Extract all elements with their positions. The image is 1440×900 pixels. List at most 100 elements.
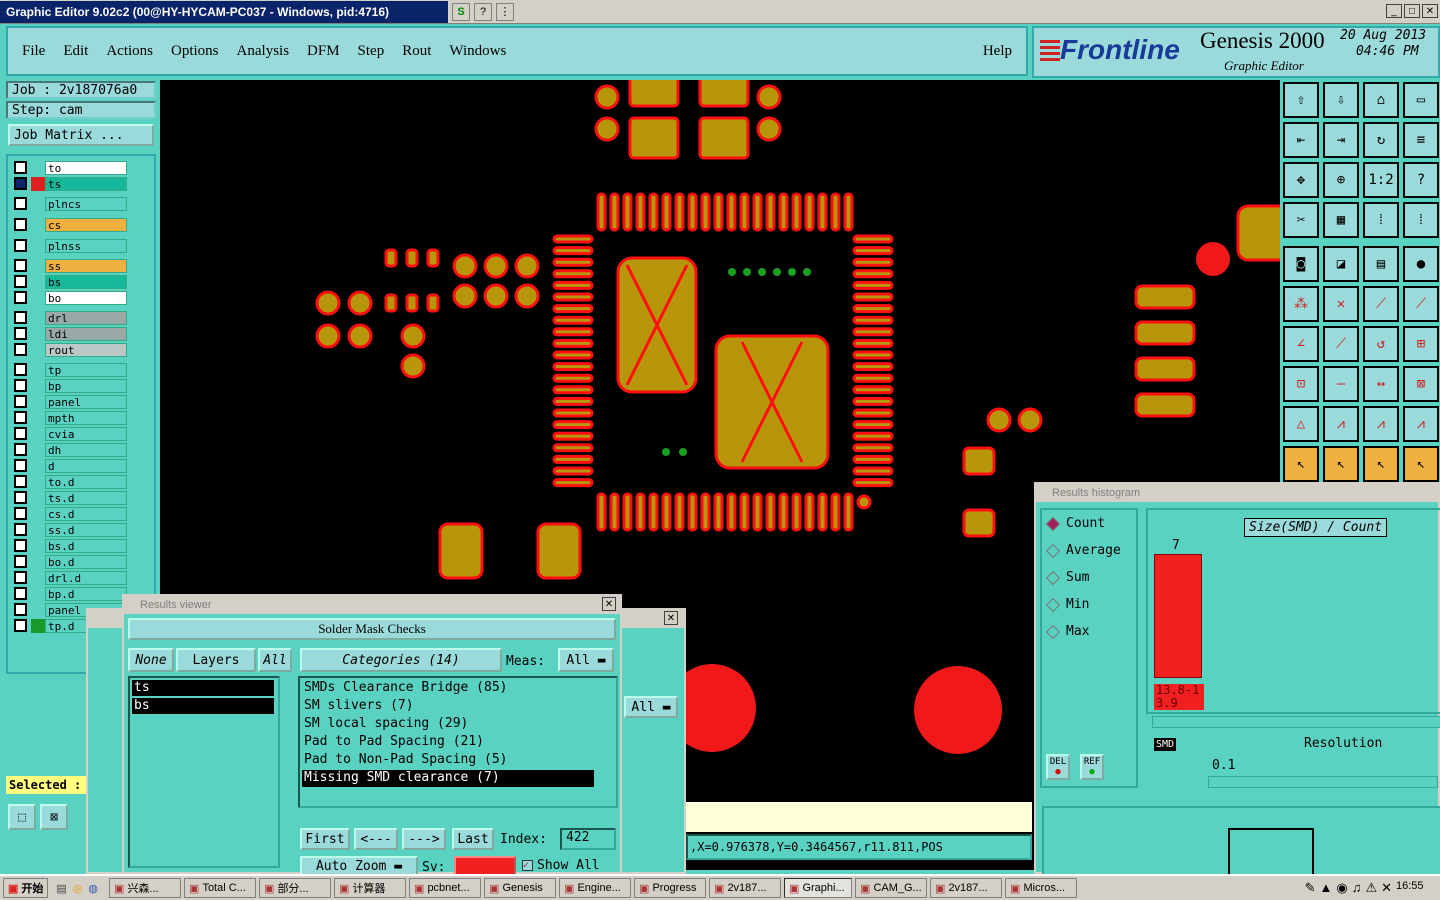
tray-icon[interactable]: ♫: [1352, 880, 1362, 896]
result-layer-item[interactable]: ts: [132, 680, 274, 696]
layer-checkbox[interactable]: [14, 491, 27, 504]
menu-help[interactable]: Help: [983, 43, 1012, 60]
layer-row[interactable]: panel: [14, 394, 127, 409]
layer-checkbox[interactable]: [14, 239, 27, 252]
layer-checkbox[interactable]: [14, 291, 27, 304]
tray-icon[interactable]: ✕: [1381, 880, 1392, 896]
select-tool-icon[interactable]: ⬚: [8, 804, 36, 830]
taskbar-item[interactable]: ▣ 2v187...: [930, 878, 1003, 898]
top-view-icon[interactable]: ⇧: [1283, 82, 1319, 118]
option-max[interactable]: Max: [1042, 618, 1136, 645]
ref-button[interactable]: REF ●: [1080, 754, 1104, 780]
menu-dfm[interactable]: DFM: [307, 43, 340, 60]
layer-row[interactable]: bo: [14, 290, 127, 305]
taskbar-item[interactable]: ▣ Total C...: [184, 878, 257, 898]
shape-icon[interactable]: ◪: [1323, 246, 1359, 282]
category-item[interactable]: SM slivers (7): [302, 698, 594, 715]
line-icon[interactable]: ⟋: [1363, 286, 1399, 322]
slope-icon[interactable]: ⟋: [1323, 326, 1359, 362]
start-button[interactable]: ▣ 开始: [3, 878, 49, 898]
layer-checkbox[interactable]: [14, 603, 27, 616]
dash-icon[interactable]: —: [1323, 366, 1359, 402]
connect-icon[interactable]: ⁂: [1283, 286, 1319, 322]
right-icon[interactable]: ⇥: [1323, 122, 1359, 158]
taskbar-item[interactable]: ▣ Graphi...: [784, 878, 853, 898]
layer-row[interactable]: bp: [14, 378, 127, 393]
taskbar-item[interactable]: ▣ pcbnet...: [409, 878, 482, 898]
job-matrix-button[interactable]: Job Matrix ...: [8, 124, 154, 146]
layer-checkbox[interactable]: [14, 395, 27, 408]
layer-row[interactable]: cs.d: [14, 506, 127, 521]
tray-icon[interactable]: ▲: [1319, 880, 1332, 896]
polygon3-icon[interactable]: ⩘: [1403, 406, 1439, 442]
category-item[interactable]: SMDs Clearance Bridge (85): [302, 680, 594, 697]
window-icon[interactable]: ▭: [1403, 82, 1439, 118]
layer-row[interactable]: d: [14, 458, 127, 473]
layer-checkbox[interactable]: [14, 343, 27, 356]
layer-row[interactable]: mpth: [14, 410, 127, 425]
layer-row[interactable]: cs: [14, 217, 127, 232]
tray-icon[interactable]: ⚠: [1365, 880, 1377, 896]
taskbar-item[interactable]: ▣ 计算器: [334, 878, 407, 898]
taskbar-item[interactable]: ▣ Genesis: [484, 878, 557, 898]
layer-checkbox[interactable]: [14, 177, 27, 190]
layer-checkbox[interactable]: [14, 327, 27, 340]
layer-checkbox[interactable]: [14, 161, 27, 174]
layer-row[interactable]: rout: [14, 342, 127, 357]
layer-row[interactable]: to: [14, 160, 127, 175]
layer-row[interactable]: ts.d: [14, 490, 127, 505]
measure-icon[interactable]: ↔: [1363, 366, 1399, 402]
pad-icon[interactable]: ⊡: [1283, 366, 1319, 402]
cut-icon[interactable]: ✂: [1283, 202, 1319, 238]
result-layer-list[interactable]: ts bs: [128, 676, 280, 868]
home-icon[interactable]: ⌂: [1363, 82, 1399, 118]
help-icon[interactable]: ?: [474, 2, 492, 21]
taskbar-item[interactable]: ▣ Progress: [634, 878, 707, 898]
taskbar-item[interactable]: ▣ Micros...: [1005, 878, 1078, 898]
zoom-tool-icon[interactable]: ⊠: [40, 804, 68, 830]
layer-row[interactable]: ldi: [14, 326, 127, 341]
layer-row[interactable]: bo.d: [14, 554, 127, 569]
meas-dropdown[interactable]: All ▬: [558, 648, 614, 672]
all-button[interactable]: All: [258, 648, 292, 672]
bottom-view-icon[interactable]: ⇩: [1323, 82, 1359, 118]
taskbar-item[interactable]: ▣ 2v187...: [709, 878, 782, 898]
layer-checkbox[interactable]: [14, 523, 27, 536]
layer-row[interactable]: plnss: [14, 238, 127, 253]
layer-row[interactable]: bs.d: [14, 538, 127, 553]
dropdown-icon[interactable]: ⋮: [496, 2, 514, 21]
taskbar-item[interactable]: ▣ 部分...: [259, 878, 332, 898]
layer-checkbox[interactable]: [14, 411, 27, 424]
del-button[interactable]: DEL ●: [1046, 754, 1070, 780]
fill-icon[interactable]: ◙: [1283, 246, 1319, 282]
left-icon[interactable]: ⇤: [1283, 122, 1319, 158]
grid-icon[interactable]: ▦: [1323, 202, 1359, 238]
layer-checkbox[interactable]: [14, 311, 27, 324]
menu-options[interactable]: Options: [171, 43, 219, 60]
triangle-icon[interactable]: △: [1283, 406, 1319, 442]
polygon-icon[interactable]: ⩘: [1323, 406, 1359, 442]
pointer2-icon[interactable]: ↖: [1323, 446, 1359, 482]
next-button[interactable]: --->: [402, 828, 446, 850]
list-icon[interactable]: ≡: [1403, 122, 1439, 158]
layer-checkbox[interactable]: [14, 619, 27, 632]
layer-row[interactable]: tp: [14, 362, 127, 377]
menu-file[interactable]: File: [22, 43, 45, 60]
prev-button[interactable]: <---: [354, 828, 398, 850]
close-icon[interactable]: ✕: [602, 597, 616, 611]
dot-icon[interactable]: ●: [1403, 246, 1439, 282]
layer-checkbox[interactable]: [14, 571, 27, 584]
center-icon[interactable]: ⊕: [1323, 162, 1359, 198]
tray-icon[interactable]: ✎: [1305, 880, 1316, 896]
tray-icon[interactable]: ◉: [1336, 880, 1347, 896]
layer-checkbox[interactable]: [14, 507, 27, 520]
histogram-bar[interactable]: [1154, 554, 1202, 678]
taskbar-item[interactable]: ▣ Engine...: [559, 878, 632, 898]
category-item[interactable]: SM local spacing (29): [302, 716, 594, 733]
close-icon[interactable]: ✕: [664, 611, 678, 625]
snap-icon[interactable]: ⁞: [1363, 202, 1399, 238]
layer-checkbox[interactable]: [14, 459, 27, 472]
layer-checkbox[interactable]: [14, 555, 27, 568]
pointer4-icon[interactable]: ↖: [1403, 446, 1439, 482]
s-icon[interactable]: S: [452, 2, 470, 21]
